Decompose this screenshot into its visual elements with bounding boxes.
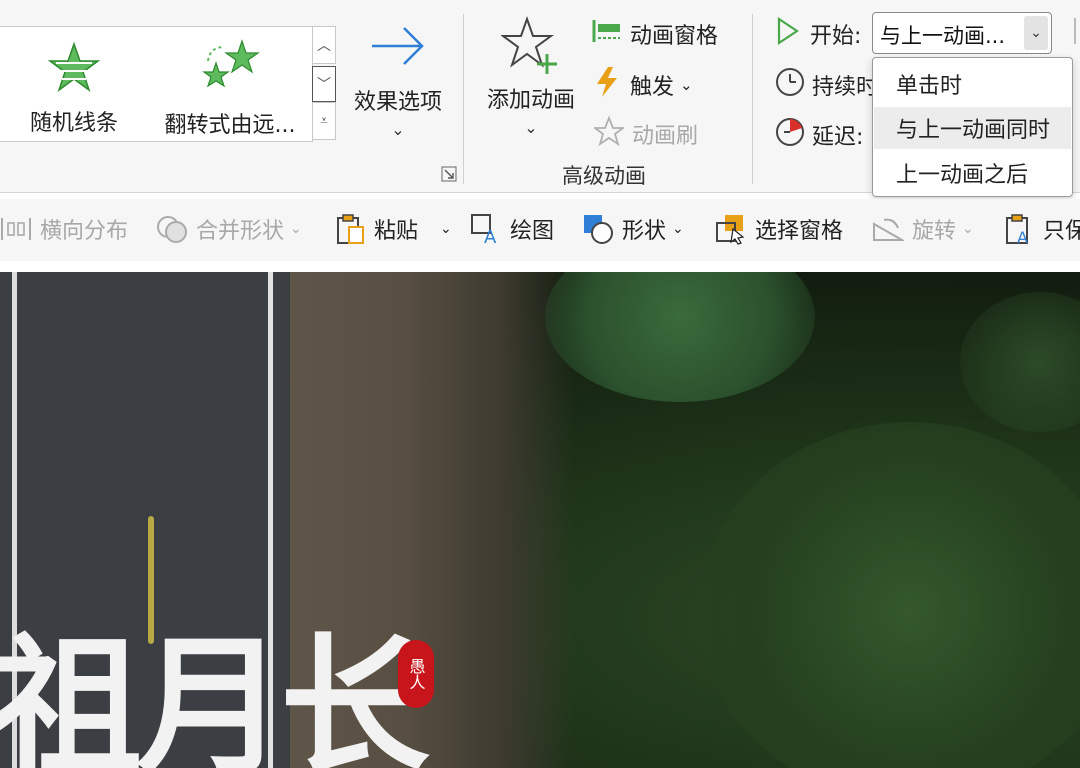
chevron-up-icon: ︿ — [317, 38, 331, 54]
red-seal-stamp: 愚人 — [398, 640, 434, 708]
toolbar-item-label: 粘贴 — [374, 219, 419, 244]
effect-options-button[interactable]: 效果选项 ⌄ — [350, 18, 446, 138]
keep-text-only-button[interactable]: A 只保 — [1005, 211, 1080, 247]
rotate-button[interactable]: 旋转 ⌄ — [872, 211, 974, 247]
start-option-on-click[interactable]: 单击时 — [874, 63, 1071, 105]
gallery-expand-button[interactable]: ⩡ — [312, 102, 336, 140]
chevron-down-icon: ﹀ — [317, 77, 331, 93]
trigger-button[interactable]: 触发 ⌄ — [594, 66, 693, 104]
flip-stars-icon — [198, 39, 262, 99]
random-bars-star-icon — [47, 41, 101, 97]
animation-painter-button[interactable]: 动画刷 — [592, 115, 699, 152]
option-label: 与上一动画同时 — [896, 118, 1051, 143]
slide-title-calligraphy[interactable]: 祖月长 — [0, 632, 430, 768]
gallery-item-label: 随机线条 — [29, 111, 118, 136]
keep-text-only-icon: A — [1005, 213, 1035, 245]
toolbar-item-label: 合并形状 — [196, 219, 285, 244]
tree-canopy — [700, 422, 1080, 768]
start-combobox[interactable]: 与上一动画... ⌄ — [872, 12, 1052, 54]
trigger-label: 触发 — [630, 75, 675, 100]
gallery-item-random-bars[interactable]: 随机线条 — [20, 27, 128, 141]
gallery-item-label: 翻转式由远... — [164, 113, 296, 138]
lightning-icon — [594, 66, 620, 104]
shapes-button[interactable]: 形状 ⌄ — [582, 211, 684, 247]
toolbar-item-label: 横向分布 — [40, 219, 129, 244]
merge-shapes-icon — [156, 214, 188, 244]
draw-text-icon: A — [470, 213, 502, 245]
chevron-down-icon: ⌄ — [440, 221, 452, 237]
duration-label: 持续时 — [812, 75, 879, 100]
group-label-advanced-animation: 高级动画 — [562, 164, 646, 188]
gallery-scroll-down-button[interactable]: ﹀ — [312, 66, 336, 102]
chevron-down-icon: ⌄ — [524, 118, 538, 137]
paste-icon — [336, 213, 366, 245]
svg-text:A: A — [484, 227, 497, 245]
gallery-scroll-up-button[interactable]: ︿ — [312, 26, 336, 64]
seal-text: 愚人 — [406, 658, 426, 690]
effect-options-label: 效果选项 — [353, 90, 442, 115]
start-options-dropdown: 单击时 与上一动画同时 上一动画之后 — [872, 57, 1073, 197]
duration-row: 持续时 — [774, 66, 878, 104]
animation-painter-icon — [592, 115, 626, 152]
group-separator — [463, 14, 464, 184]
chevron-down-icon: ⌄ — [1030, 25, 1042, 41]
start-combobox-value: 与上一动画... — [880, 24, 1006, 48]
start-option-after-previous[interactable]: 上一动画之后 — [874, 152, 1071, 194]
animation-pane-icon — [592, 16, 622, 52]
chevron-down-icon: ⌄ — [680, 76, 693, 94]
clock-icon — [774, 66, 806, 104]
start-label-row: 开始: — [776, 16, 861, 52]
selection-pane-button[interactable]: 选择窗格 — [715, 211, 843, 247]
toolbar-item-label: 选择窗格 — [755, 219, 844, 244]
toolbar-item-label: 只保 — [1043, 219, 1080, 244]
toolbar-item-label: 旋转 — [912, 219, 957, 244]
selection-pane-icon — [715, 213, 747, 245]
rotate-icon — [872, 214, 904, 244]
combobox-dropdown-button[interactable]: ⌄ — [1024, 16, 1048, 50]
play-icon — [776, 16, 800, 52]
start-label: 开始: — [810, 24, 862, 49]
option-label: 单击时 — [896, 74, 963, 99]
effect-options-arrow-icon — [368, 18, 428, 78]
chevron-down-icon: ⌄ — [290, 221, 302, 237]
shapes-icon — [582, 213, 614, 245]
toolbar-item-label: 形状 — [622, 219, 667, 244]
toolbar-item-label: 绘图 — [510, 219, 555, 244]
dialog-launcher-icon[interactable] — [441, 166, 457, 186]
chevron-down-icon: ⌄ — [391, 120, 405, 139]
tree-canopy — [545, 272, 815, 402]
svg-text:A: A — [1017, 228, 1028, 245]
slide-canvas[interactable]: 祖月长 愚人 — [0, 272, 1080, 768]
delay-row: 延迟: — [774, 116, 863, 154]
draw-button[interactable]: A 绘图 — [470, 211, 554, 247]
start-option-with-previous[interactable]: 与上一动画同时 — [874, 107, 1071, 149]
option-label: 上一动画之后 — [896, 163, 1029, 188]
paste-button[interactable]: 粘贴 ⌄ — [336, 211, 452, 247]
chevron-down-icon: ⌄ — [962, 221, 974, 237]
tree-canopy — [960, 292, 1080, 432]
delay-clock-icon — [774, 116, 806, 154]
add-animation-button[interactable]: 添加动画 ⌄ — [480, 15, 582, 137]
animation-pane-button[interactable]: 动画窗格 — [592, 16, 718, 52]
animation-gallery: 随机线条 翻转式由远... — [0, 26, 313, 142]
delay-label: 延迟: — [812, 125, 864, 150]
add-animation-star-icon — [499, 15, 561, 80]
animation-pane-label: 动画窗格 — [630, 24, 719, 49]
add-animation-label: 添加动画 — [486, 88, 575, 113]
animation-painter-label: 动画刷 — [632, 124, 699, 149]
gallery-item-flip-stars[interactable]: 翻转式由远... — [150, 27, 310, 141]
chevron-down-icon: ⌄ — [672, 221, 684, 237]
separator-mark — [1074, 18, 1076, 44]
floating-toolbar: 横向分布 合并形状 ⌄ 粘贴 ⌄ A 绘图 形状 ⌄ 选择窗格 旋转 ⌄ A 只… — [0, 199, 1080, 261]
distribute-horizontal-button[interactable]: 横向分布 — [0, 211, 128, 247]
merge-shapes-button[interactable]: 合并形状 ⌄ — [156, 211, 302, 247]
expand-more-icon: ⩡ — [320, 113, 328, 129]
group-separator — [752, 14, 753, 184]
distribute-horizontal-icon — [0, 216, 32, 242]
